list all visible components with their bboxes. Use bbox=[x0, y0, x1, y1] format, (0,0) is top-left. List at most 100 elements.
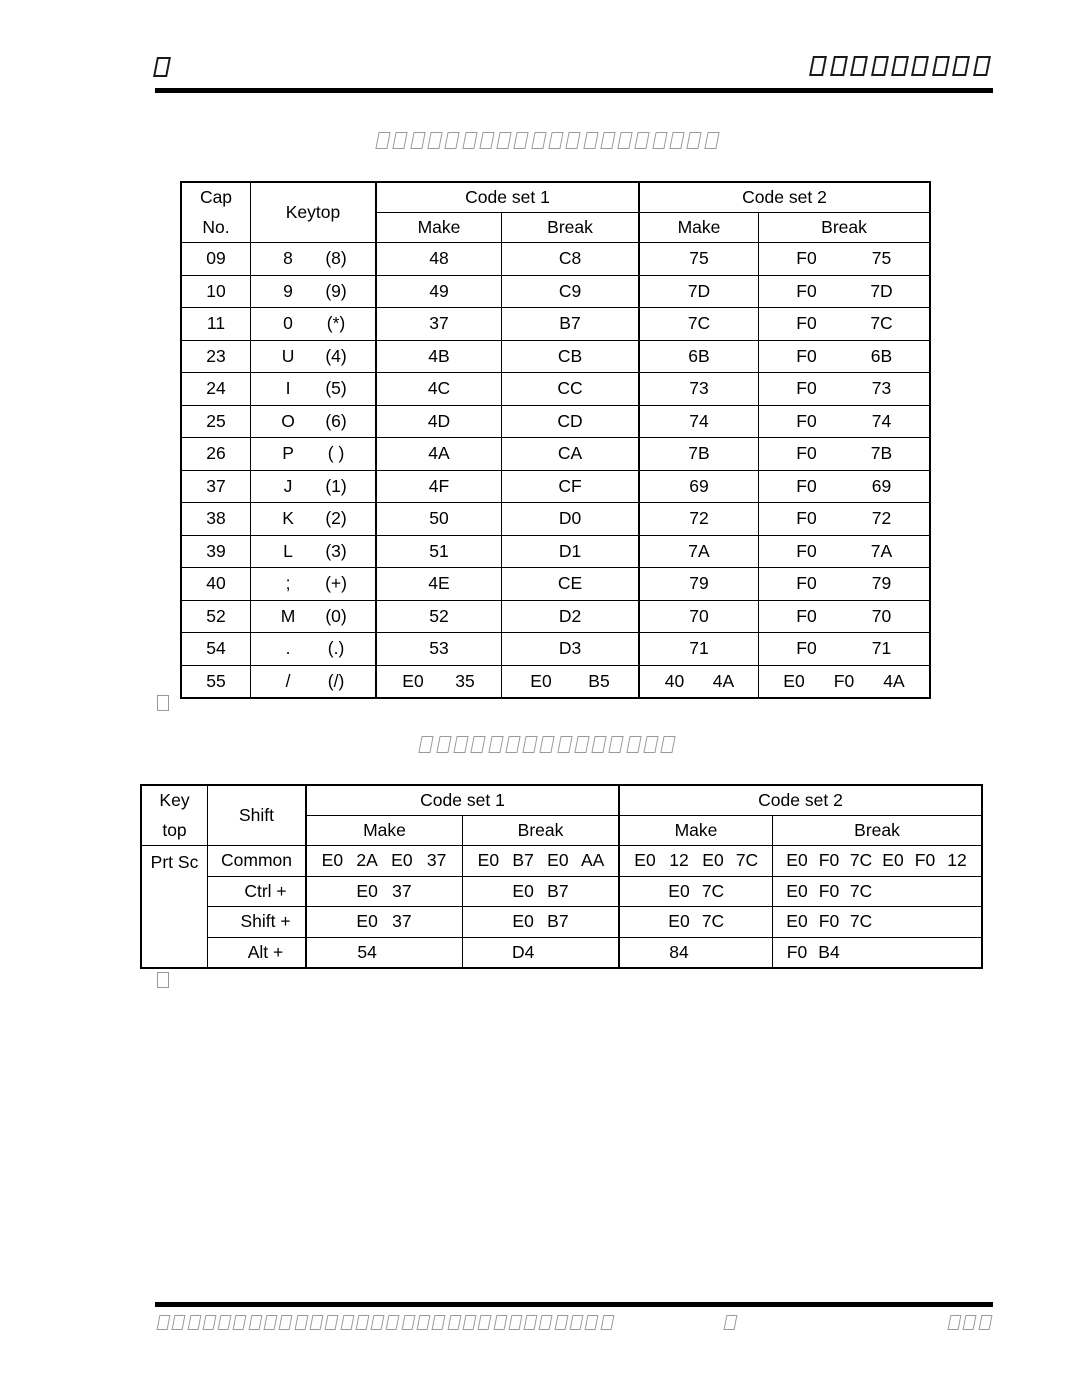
missing-glyph-box bbox=[660, 736, 677, 754]
code-spacer bbox=[385, 942, 420, 963]
code-value: 6B bbox=[870, 345, 893, 366]
code-parts: 79 bbox=[640, 573, 758, 594]
code-parts: E0 2A E0 37 bbox=[307, 850, 462, 871]
code-value: F0 bbox=[796, 638, 817, 659]
code-spacer bbox=[315, 911, 350, 932]
missing-glyph-box bbox=[574, 736, 590, 754]
code-parts: E0 B7 E0 AA bbox=[463, 850, 618, 871]
missing-glyph-box bbox=[538, 1315, 553, 1331]
cell-break-set2: F0 B4 bbox=[772, 936, 983, 969]
code-parts: CE bbox=[502, 573, 638, 594]
keytop-primary: P bbox=[282, 443, 294, 464]
cell-cap-no: 54 bbox=[180, 632, 251, 666]
table-prtsc-header-row-1: Key Shift Code set 1 Code set 2 bbox=[140, 784, 983, 846]
code-value: E0 bbox=[634, 850, 656, 871]
code-parts: E0 F0 7C bbox=[773, 911, 981, 932]
keytop-alternate: (1) bbox=[325, 475, 347, 496]
cell-break-set2: F0 7C bbox=[758, 307, 931, 341]
code-parts: E0 F0 4A bbox=[759, 671, 929, 692]
missing-glyph-box bbox=[477, 1315, 492, 1331]
code-value: 73 bbox=[689, 378, 709, 399]
cell-break-set1: B7 bbox=[501, 307, 640, 341]
cell-keytop: U (4) bbox=[250, 339, 377, 373]
code-value: 7C bbox=[870, 313, 893, 334]
missing-glyph-box bbox=[401, 1315, 416, 1331]
cell-break-set1: CB bbox=[501, 339, 640, 373]
cell-break-set2: F0 75 bbox=[758, 242, 931, 276]
missing-glyph-box bbox=[931, 56, 951, 76]
code-value: 6B bbox=[688, 345, 710, 366]
cell-keytop: ; (+) bbox=[250, 567, 377, 601]
code-value: 7B bbox=[688, 443, 710, 464]
code-value: F0 bbox=[796, 378, 817, 399]
code-parts: 53 bbox=[377, 638, 501, 659]
table-row: 24 I (5) 4C CC 73 F0 73 bbox=[180, 372, 931, 406]
code-parts: D1 bbox=[502, 541, 638, 562]
missing-glyph-box bbox=[355, 1315, 370, 1331]
code-parts: E0 37 bbox=[307, 881, 462, 902]
cell-break-set1: D2 bbox=[501, 599, 640, 633]
missing-glyph-box bbox=[608, 736, 625, 754]
cell-break-set1: D3 bbox=[501, 632, 640, 666]
col-header-break-set1: Break bbox=[501, 212, 640, 243]
missing-glyph-box bbox=[493, 1315, 507, 1331]
code-value: 37 bbox=[392, 880, 412, 901]
cell-make-set1: 48 bbox=[375, 242, 502, 276]
code-value: E0 bbox=[402, 670, 424, 691]
code-value: 12 bbox=[947, 850, 967, 871]
code-value: 12 bbox=[669, 850, 689, 871]
cell-cap-no: 25 bbox=[180, 404, 251, 438]
code-spacer bbox=[628, 942, 662, 963]
missing-glyph-box bbox=[487, 736, 504, 754]
keytop-alternate: ( ) bbox=[327, 443, 345, 464]
missing-glyph-box bbox=[427, 132, 443, 150]
cell-keytop: I (5) bbox=[250, 372, 377, 406]
cell-break-set1: CD bbox=[501, 404, 640, 438]
code-value: F0 bbox=[796, 605, 817, 626]
cell-make-set2: 69 bbox=[638, 469, 759, 503]
code-value: B7 bbox=[547, 880, 569, 901]
missing-glyph-box bbox=[508, 1315, 523, 1331]
code-spacer bbox=[575, 942, 610, 963]
code-parts: 7B bbox=[640, 443, 758, 464]
missing-glyph-box bbox=[505, 736, 521, 754]
footer-middle-text bbox=[723, 1314, 740, 1332]
missing-glyph-box bbox=[634, 132, 651, 150]
missing-glyph-box bbox=[626, 736, 642, 754]
keytop-primary: . bbox=[285, 638, 291, 659]
keytop-primary: 0 bbox=[283, 313, 293, 334]
code-parts: 69 bbox=[640, 476, 758, 497]
code-value: F0 bbox=[796, 313, 817, 334]
code-value: B7 bbox=[547, 911, 569, 932]
keytop-primary: I bbox=[285, 378, 291, 399]
cell-make-set2: 40 4A bbox=[638, 664, 759, 699]
missing-glyph-box bbox=[584, 1315, 599, 1331]
cell-keytop: / (/) bbox=[250, 664, 377, 699]
code-value: E0 bbox=[530, 670, 552, 691]
cell-cap-no: 24 bbox=[180, 372, 251, 406]
code-value: E0 bbox=[477, 850, 500, 871]
code-spacer bbox=[730, 881, 764, 902]
cell-make-set2: 7C bbox=[638, 307, 759, 341]
cell-keytop: J (1) bbox=[250, 469, 377, 503]
footer-rule bbox=[155, 1302, 993, 1307]
code-value: CB bbox=[557, 345, 583, 366]
code-parts: F0 74 bbox=[759, 411, 929, 432]
code-parts: F0 71 bbox=[759, 638, 929, 659]
cell-break-set2: F0 7D bbox=[758, 274, 931, 308]
code-parts: F0 73 bbox=[759, 378, 929, 399]
missing-glyph-box bbox=[248, 1315, 263, 1331]
code-spacer bbox=[471, 881, 506, 902]
table-row: Ctrl + E0 37 E0 B7 E0 7C E0 F0 7C bbox=[141, 875, 983, 907]
code-parts: 51 bbox=[377, 541, 501, 562]
code-parts: F0 69 bbox=[759, 476, 929, 497]
missing-glyph-box bbox=[156, 1315, 171, 1331]
code-parts: 75 bbox=[640, 248, 758, 269]
missing-glyph-box bbox=[513, 132, 530, 150]
missing-glyph-box bbox=[470, 736, 487, 754]
code-value: F0 bbox=[818, 880, 840, 901]
code-spacer bbox=[941, 942, 973, 963]
code-value: F0 bbox=[786, 941, 808, 962]
missing-glyph-box bbox=[643, 736, 659, 754]
code-value: C8 bbox=[558, 248, 582, 269]
